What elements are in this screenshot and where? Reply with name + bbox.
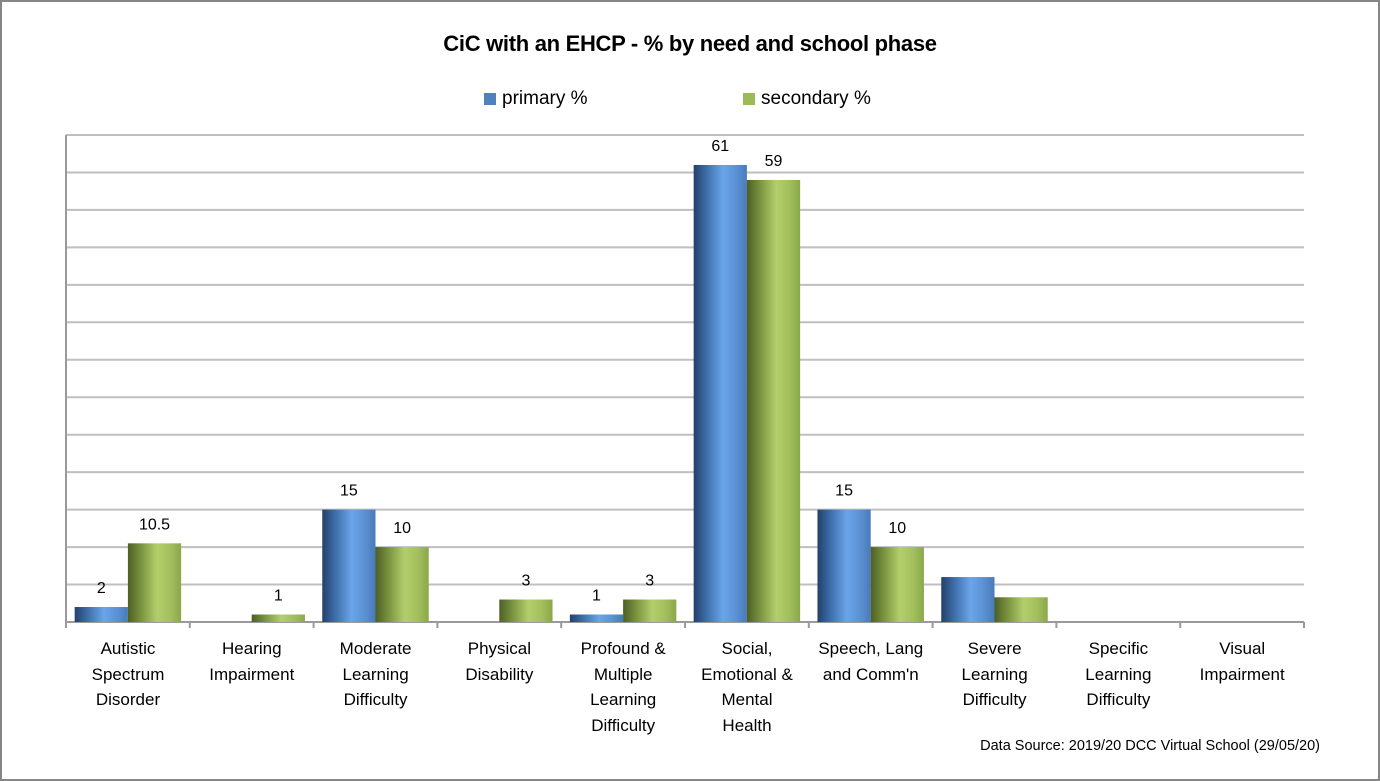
bar-primary xyxy=(693,164,747,622)
x-tick-label: Speech, Lang and Comm'n xyxy=(818,639,924,684)
x-tick-label: Moderate Learning Difficulty xyxy=(339,639,412,709)
data-label: 1 xyxy=(274,588,283,605)
data-label: 15 xyxy=(340,483,358,500)
gridlines xyxy=(66,134,1304,586)
bar-secondary xyxy=(499,599,553,622)
x-tick-label: Specific Learning Difficulty xyxy=(1085,639,1152,709)
bars xyxy=(74,164,1048,622)
x-tick-label: Hearing Impairment xyxy=(209,639,295,684)
x-tick-label: Physical Disability xyxy=(465,639,534,684)
bar-primary xyxy=(941,577,995,622)
x-tick-label: Profound & Multiple Learning Difficulty xyxy=(580,639,666,735)
bar-primary xyxy=(322,509,376,622)
data-label: 10 xyxy=(393,520,411,537)
data-label: 1 xyxy=(592,588,601,605)
bar-secondary xyxy=(623,599,677,622)
bar-secondary xyxy=(375,547,429,622)
x-tick-label: Autistic Spectrum Disorder xyxy=(91,639,165,709)
x-tick-label: Visual Impairment xyxy=(1199,639,1285,684)
bar-primary xyxy=(569,614,624,622)
data-label: 15 xyxy=(835,483,853,500)
data-label: 3 xyxy=(521,573,530,590)
bar-secondary xyxy=(994,597,1048,622)
data-label: 10.5 xyxy=(139,516,170,533)
x-tick-label: Severe Learning Difficulty xyxy=(961,639,1028,709)
bar-secondary xyxy=(251,614,305,622)
data-label: 2 xyxy=(97,580,106,597)
bar-primary xyxy=(74,607,128,622)
bar-secondary xyxy=(746,179,801,622)
bar-secondary xyxy=(127,543,182,622)
data-source-note: Data Source: 2019/20 DCC Virtual School … xyxy=(980,738,1320,754)
x-tick-label: Social, Emotional & Mental Health xyxy=(701,639,793,735)
bar-secondary xyxy=(870,547,924,622)
data-label: 61 xyxy=(711,138,729,155)
data-label: 10 xyxy=(888,520,906,537)
bar-primary xyxy=(817,509,871,622)
data-label: 59 xyxy=(765,153,783,170)
data-label: 3 xyxy=(645,573,654,590)
